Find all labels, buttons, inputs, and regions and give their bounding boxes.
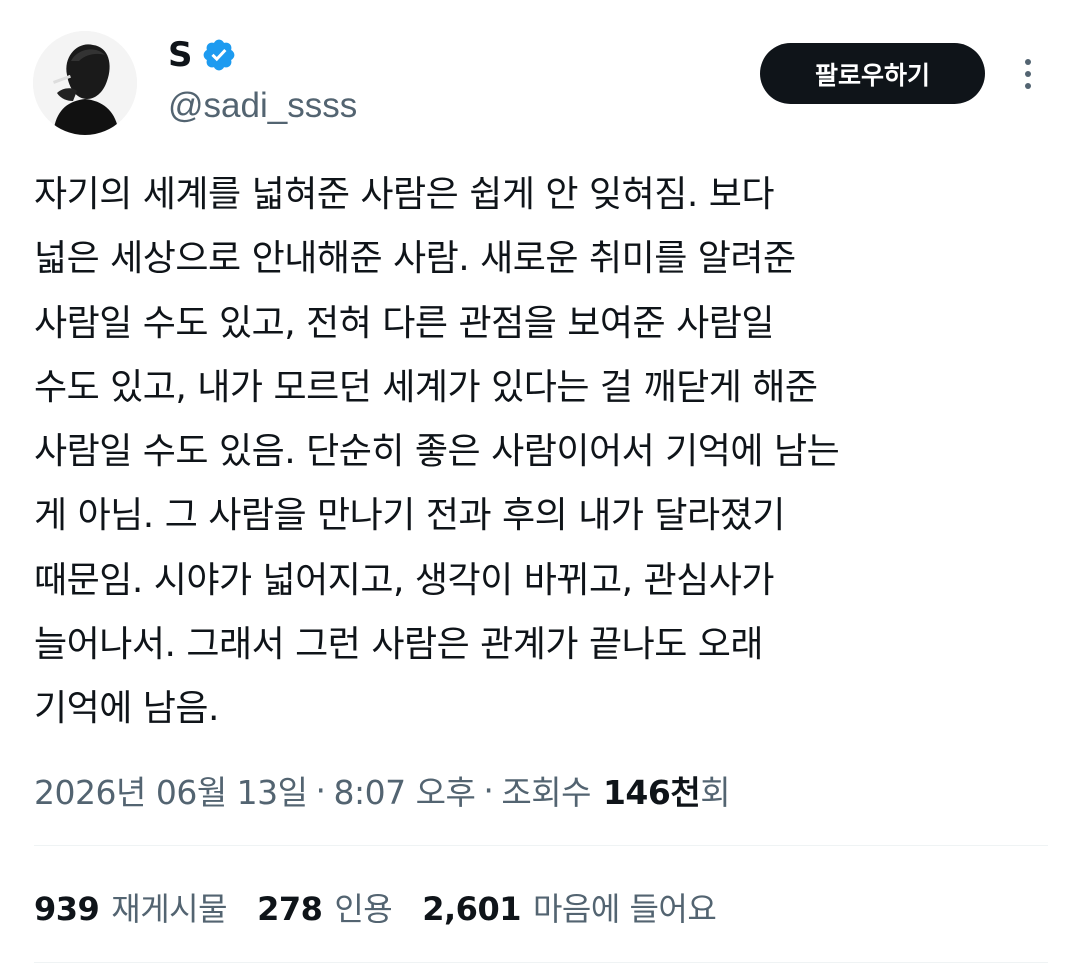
views-count: 146천 (602, 773, 701, 812)
tweet-meta: 2026년 06월 13일 · 8:07 오후 · 조회수 146천 회 (34, 763, 731, 817)
divider (34, 845, 1048, 846)
tweet-card: S @sadi_ssss 팔로우하기 자기의 세계를 넓혀준 사람은 쉽게 안 … (0, 0, 1080, 975)
quotes-label: 인용 (334, 890, 393, 928)
likes-count: 2,601 (422, 890, 521, 928)
tweet-time[interactable]: 8:07 오후 (334, 766, 476, 814)
divider (34, 962, 1048, 963)
author-display-name[interactable]: S (168, 33, 193, 77)
tweet-date[interactable]: 2026년 06월 13일 (34, 766, 308, 814)
avatar[interactable] (33, 31, 137, 135)
meta-separator: · (315, 770, 327, 810)
avatar-image (33, 31, 137, 135)
retweets-count: 939 (34, 890, 100, 928)
retweets-stat[interactable]: 939 재게시물 (34, 884, 228, 930)
engagement-stats: 939 재게시물 278 인용 2,601 마음에 들어요 (34, 880, 746, 934)
likes-label: 마음에 들어요 (532, 890, 717, 928)
verified-badge-icon (201, 37, 237, 73)
quotes-count: 278 (257, 890, 323, 928)
more-vertical-icon[interactable] (1008, 52, 1048, 96)
views-suffix: 회 (700, 773, 731, 812)
likes-stat[interactable]: 2,601 마음에 들어요 (422, 884, 717, 930)
retweets-label: 재게시물 (111, 890, 228, 928)
author-name-row: S (168, 33, 237, 77)
tweet-text: 자기의 세계를 넓혀준 사람은 쉽게 안 잊혀짐. 보다 넓은 세상으로 안내해… (34, 174, 840, 730)
follow-button[interactable]: 팔로우하기 (760, 43, 985, 104)
author-handle[interactable]: @sadi_ssss (168, 84, 357, 128)
quotes-stat[interactable]: 278 인용 (257, 884, 393, 930)
meta-separator: · (483, 770, 494, 810)
views-label: 조회수 (501, 773, 591, 812)
